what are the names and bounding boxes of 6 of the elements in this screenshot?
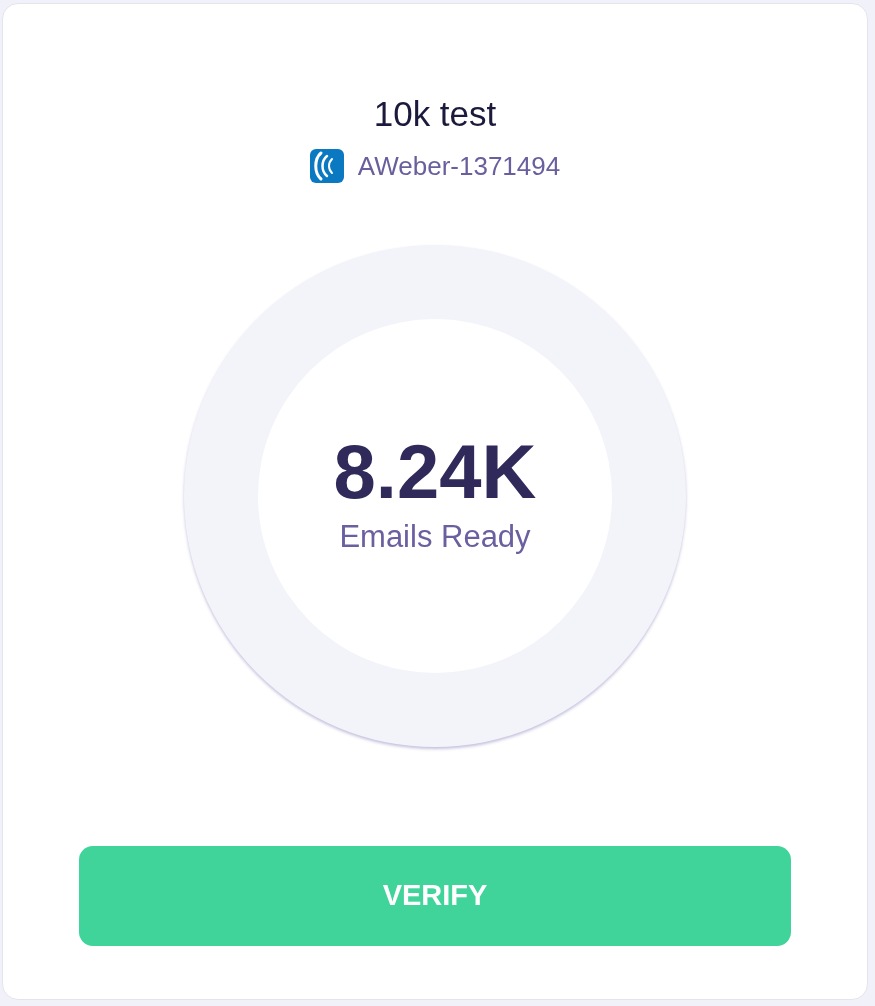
verify-button[interactable]: VERIFY — [79, 846, 791, 946]
logo-icon — [309, 149, 344, 183]
stat-value: 8.24K — [333, 430, 537, 514]
card-title: 10k test — [373, 93, 497, 135]
stat-caption: Emails Ready — [339, 518, 531, 556]
source-label: AWeber-1371494 — [357, 150, 561, 183]
